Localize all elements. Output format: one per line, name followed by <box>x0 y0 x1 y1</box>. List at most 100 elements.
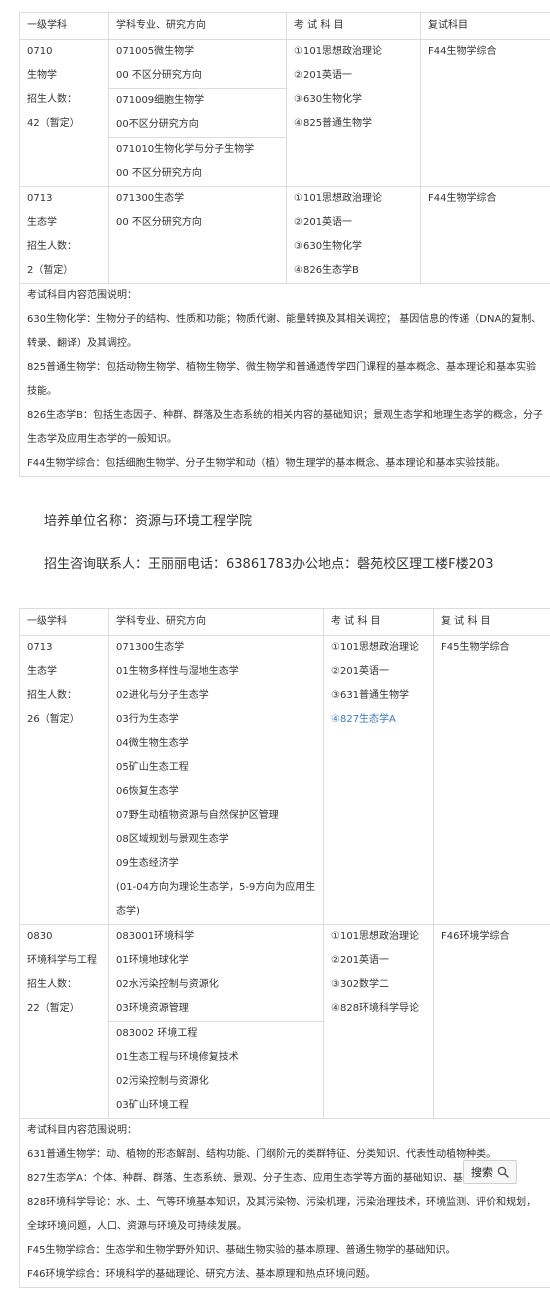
exam-item: ③630生物化学 <box>294 88 413 112</box>
major-direction: 09生态经济学 <box>116 852 316 876</box>
major-direction: 02进化与分子生态学 <box>116 684 316 708</box>
major-direction: 00 不区分研究方向 <box>116 64 279 88</box>
major-group: 071010生物化学与分子生物学 00 不区分研究方向 <box>109 137 286 186</box>
exam-item: ①101思想政治理论 <box>331 636 426 660</box>
major-direction: 00 不区分研究方向 <box>116 162 279 186</box>
major-direction: 03矿山环境工程 <box>116 1094 316 1118</box>
exam-item-prefix: ④ <box>331 714 340 725</box>
discipline-code: 0830 <box>27 925 101 949</box>
exam-item: ①101思想政治理论 <box>294 187 413 211</box>
exam-item: ④825普通生物学 <box>294 112 413 136</box>
major-group: 083002 环境工程 01生态工程与环境修复技术 02污染控制与资源化 03矿… <box>109 1021 323 1118</box>
table-row: 0713 生态学 招生人数： 26（暂定） 071300生态学 01生物多样性与… <box>20 636 550 925</box>
exam-scope-notes: 考试科目内容范围说明： 631普通生物学：动、植物的形态解剖、结构功能、门纲阶元… <box>20 1119 550 1288</box>
enroll-label: 招生人数： <box>27 88 101 112</box>
major-direction: 01生物多样性与湿地生态学 <box>116 660 316 684</box>
major-direction: 03行为生态学 <box>116 708 316 732</box>
major-name: 071005微生物学 <box>116 40 279 64</box>
notes-title: 考试科目内容范围说明： <box>27 1119 543 1143</box>
header-exam: 考 试 科 目 <box>287 13 421 40</box>
enroll-label: 招生人数： <box>27 684 101 708</box>
notes-row: 考试科目内容范围说明： 631普通生物学：动、植物的形态解剖、结构功能、门纲阶元… <box>20 1119 550 1288</box>
search-button[interactable]: 搜索 <box>463 1160 517 1184</box>
major-name: 071009细胞生物学 <box>116 89 279 113</box>
exam-item: ②201英语一 <box>331 949 426 973</box>
exam-cell: ①101思想政治理论 ②201英语一 ③630生物化学 ④826生态学B <box>287 187 421 284</box>
enroll-count: 26（暂定） <box>27 708 101 732</box>
exam-item: ③631普通生物学 <box>331 684 426 708</box>
major-cell: 083001环境科学 01环境地球化学 02水污染控制与资源化 03环境资源管理… <box>109 925 324 1119</box>
table-row: 0710 生物学 招生人数： 42（暂定） 071005微生物学 00 不区分研… <box>20 40 550 187</box>
major-direction: 01环境地球化学 <box>116 949 316 973</box>
retest-cell: F44生物学综合 <box>421 187 550 284</box>
major-direction: 01生态工程与环境修复技术 <box>116 1046 316 1070</box>
major-direction: 02水污染控制与资源化 <box>116 973 316 997</box>
note-item: F45生物学综合：生态学和生物学野外知识、基础生物实验的基本原理、普通生物学的基… <box>27 1239 543 1263</box>
enroll-count: 42（暂定） <box>27 112 101 136</box>
major-direction: 02污染控制与资源化 <box>116 1070 316 1094</box>
table-row: 0830 环境科学与工程 招生人数： 22（暂定） 083001环境科学 01环… <box>20 925 550 1119</box>
enroll-label: 招生人数： <box>27 235 101 259</box>
major-cell: 071300生态学 00 不区分研究方向 <box>109 187 287 284</box>
header-major: 学科专业、研究方向 <box>109 13 287 40</box>
exam-item-link-row: ④827生态学A <box>331 708 426 732</box>
major-name: 071010生物化学与分子生物学 <box>116 138 279 162</box>
major-direction: 04微生物生态学 <box>116 732 316 756</box>
exam-cell: ①101思想政治理论 ②201英语一 ③631普通生物学 ④827生态学A <box>324 636 434 925</box>
major-direction: 03环境资源管理 <box>116 997 316 1021</box>
exam-item: ①101思想政治理论 <box>294 40 413 64</box>
major-cell: 071005微生物学 00 不区分研究方向 071009细胞生物学 00不区分研… <box>109 40 287 187</box>
table-header-row: 一级学科 学科专业、研究方向 考 试 科 目 复 试 科 目 <box>20 609 550 636</box>
exam-link-827[interactable]: 827生态学A <box>340 714 396 725</box>
exam-cell: ①101思想政治理论 ②201英语一 ③630生物化学 ④825普通生物学 <box>287 40 421 187</box>
retest-cell: F44生物学综合 <box>421 40 550 187</box>
major-group: 071009细胞生物学 00不区分研究方向 <box>109 88 286 137</box>
major-direction: 05矿山生态工程 <box>116 756 316 780</box>
exam-item: ②201英语一 <box>331 660 426 684</box>
header-discipline: 一级学科 <box>20 13 109 40</box>
major-direction: 00不区分研究方向 <box>116 113 279 137</box>
major-direction: 07野生动植物资源与自然保护区管理 <box>116 804 316 828</box>
unit-name: 培养单位名称：资源与环境工程学院 <box>0 510 550 529</box>
discipline-name: 生态学 <box>27 660 101 684</box>
enroll-count: 2（暂定） <box>27 259 101 283</box>
admission-table-2: 一级学科 学科专业、研究方向 考 试 科 目 复 试 科 目 0713 生态学 … <box>19 608 550 1288</box>
enroll-label: 招生人数： <box>27 973 101 997</box>
major-direction: 06恢复生态学 <box>116 780 316 804</box>
header-major: 学科专业、研究方向 <box>109 609 324 636</box>
exam-cell: ①101思想政治理论 ②201英语一 ③302数学二 ④828环境科学导论 <box>324 925 434 1119</box>
major-cell: 071300生态学 01生物多样性与湿地生态学 02进化与分子生态学 03行为生… <box>109 636 324 925</box>
notes-row: 考试科目内容范围说明： 630生物化学：生物分子的结构、性质和功能；物质代谢、能… <box>20 284 550 477</box>
note-item: 826生态学B：包括生态因子、种群、群落及生态系统的相关内容的基础知识；景观生态… <box>27 404 543 452</box>
major-name: 071300生态学 <box>116 187 279 211</box>
exam-item: ③630生物化学 <box>294 235 413 259</box>
header-retest: 复试科目 <box>421 13 550 40</box>
exam-item: ①101思想政治理论 <box>331 925 426 949</box>
major-name: 083001环境科学 <box>116 925 316 949</box>
discipline-code: 0713 <box>27 636 101 660</box>
direction-note: (01-04方向为理论生态学，5-9方向为应用生态学) <box>116 876 316 924</box>
table-header-row: 一级学科 学科专业、研究方向 考 试 科 目 复试科目 <box>20 13 550 40</box>
note-item: 828环境科学导论：水、土、气等环境基本知识，及其污染物、污染机理，污染治理技术… <box>27 1191 543 1239</box>
contact-info: 招生咨询联系人：王丽丽电话：63861783办公地点：磬苑校区理工楼F楼203 <box>0 553 550 572</box>
exam-item: ②201英语一 <box>294 211 413 235</box>
discipline-name: 生物学 <box>27 64 101 88</box>
discipline-cell: 0713 生态学 招生人数： 26（暂定） <box>20 636 109 925</box>
major-direction: 08区域规划与景观生态学 <box>116 828 316 852</box>
search-label: 搜索 <box>471 1164 493 1180</box>
note-item: 825普通生物学：包括动物生物学、植物生物学、微生物学和普通遗传学四门课程的基本… <box>27 356 543 404</box>
discipline-code: 0713 <box>27 187 101 211</box>
major-name: 071300生态学 <box>116 636 316 660</box>
discipline-name: 环境科学与工程 <box>27 949 101 973</box>
exam-item: ②201英语一 <box>294 64 413 88</box>
retest-cell: F46环境学综合 <box>434 925 550 1119</box>
table-row: 0713 生态学 招生人数： 2（暂定） 071300生态学 00 不区分研究方… <box>20 187 550 284</box>
notes-title: 考试科目内容范围说明： <box>27 284 543 308</box>
discipline-name: 生态学 <box>27 211 101 235</box>
header-retest: 复 试 科 目 <box>434 609 550 636</box>
major-direction: 00 不区分研究方向 <box>116 211 279 235</box>
exam-item: ④826生态学B <box>294 259 413 283</box>
exam-item: ③302数学二 <box>331 973 426 997</box>
discipline-cell: 0710 生物学 招生人数： 42（暂定） <box>20 40 109 187</box>
note-item: F44生物学综合：包括细胞生物学、分子生物学和动（植）物生理学的基本概念、基本理… <box>27 452 543 476</box>
